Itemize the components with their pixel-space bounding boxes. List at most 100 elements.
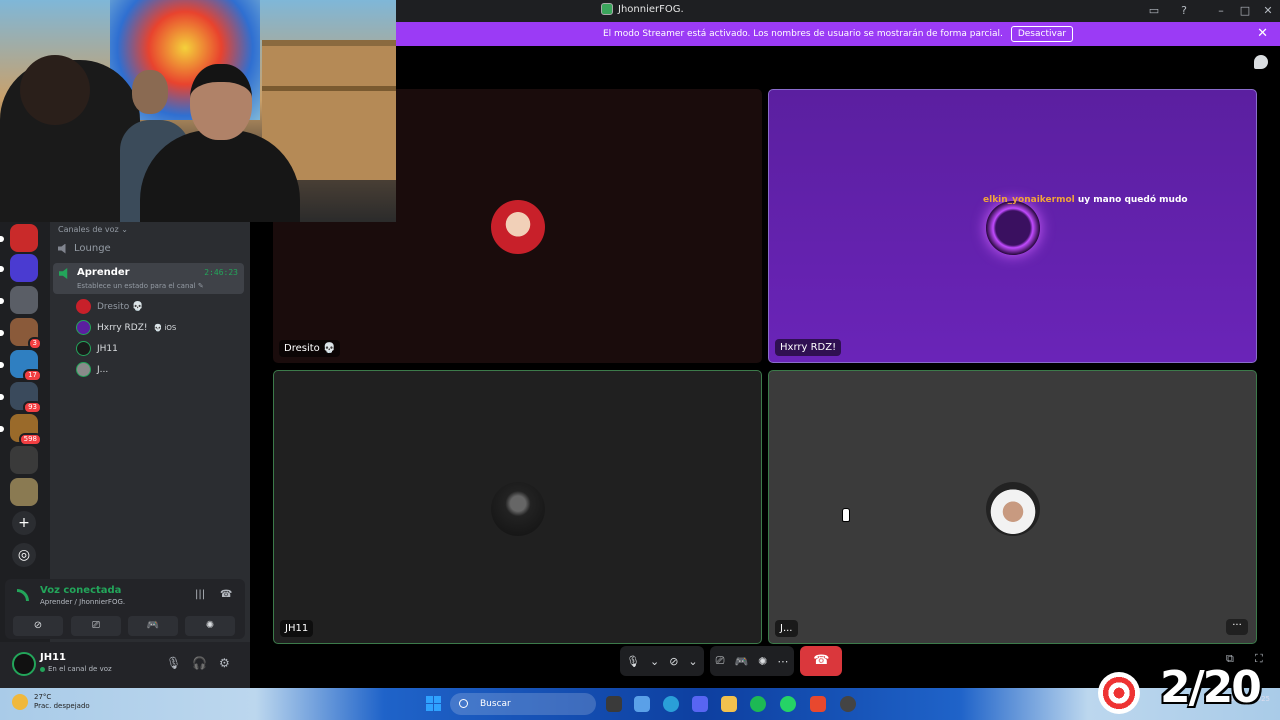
soundboard-button[interactable]: ✺ (185, 616, 235, 636)
screen-share-button[interactable]: ⎚ (71, 616, 121, 636)
close-window-button[interactable]: ✕ (1260, 3, 1276, 19)
server-icon[interactable]: 17 (10, 350, 42, 382)
webcam-person (20, 55, 90, 125)
file-explorer-icon[interactable] (721, 696, 737, 712)
more-icon[interactable]: ⋯ (777, 655, 788, 668)
minimize-button[interactable]: – (1213, 3, 1229, 19)
headphones-icon[interactable]: 🎧 (192, 656, 207, 670)
microphone-icon[interactable]: 🎙 (166, 656, 181, 670)
channel-name: Aprender (77, 267, 130, 278)
member-name: JH11 (97, 343, 118, 354)
tile-label: J... (775, 620, 798, 637)
avatar (76, 341, 91, 356)
unread-pip (0, 362, 4, 368)
username[interactable]: JH11 (40, 652, 66, 663)
brave-icon[interactable] (810, 696, 826, 712)
webcam-shelf-board (262, 86, 396, 91)
task-view-icon[interactable] (606, 696, 622, 712)
avatar (986, 201, 1040, 255)
server-icon[interactable] (10, 446, 38, 474)
video-tile-j[interactable]: J... ··· (768, 370, 1257, 644)
activity-button[interactable]: 🎮 (128, 616, 178, 636)
voice-member[interactable]: Hxrry RDZ! 💀 iOS (76, 320, 176, 335)
stream-counter-overlay: 2/20 (1098, 662, 1274, 720)
chat-icon[interactable] (1254, 55, 1268, 69)
windows-taskbar: 27°C Prac. despejado Buscar LAA 12/10/20… (0, 688, 1280, 720)
deactivate-button[interactable]: Desactivar (1010, 26, 1074, 42)
server-icon[interactable] (10, 254, 38, 282)
camera-button[interactable]: ⊘ (13, 616, 63, 636)
discover-icon[interactable]: ◎ (12, 543, 36, 567)
voice-category[interactable]: Canales de voz ⌄ (58, 225, 128, 234)
inbox-icon[interactable]: ▭ (1146, 3, 1162, 19)
video-tile-hxrry[interactable]: elkin_yonaikermol uy mano quedó mudo Hxr… (768, 89, 1257, 363)
more-options-button[interactable]: ··· (1226, 619, 1248, 635)
voice-member[interactable]: Dresito 💀 (76, 299, 143, 314)
disconnect-icon[interactable]: ☎ (220, 589, 232, 600)
gear-icon[interactable]: ⚙ (219, 656, 230, 670)
streamer-mode-banner: El modo Streamer está activado. Los nomb… (396, 22, 1280, 46)
microphone-icon[interactable]: 🎙 (626, 655, 640, 668)
unread-pip (0, 236, 4, 242)
signal-icon[interactable] (17, 589, 29, 601)
help-icon[interactable]: ? (1176, 3, 1192, 19)
webcam-person (190, 64, 252, 140)
chevron-down-icon[interactable]: ⌄ (650, 655, 659, 668)
server-badge: 17 (23, 369, 42, 382)
search-label: Buscar (480, 699, 511, 709)
soundboard-icon[interactable]: ✺ (758, 655, 767, 668)
server-badge: 3 (27, 337, 42, 350)
voice-member[interactable]: J... (76, 362, 108, 377)
chat-message: uy mano quedó mudo (1077, 195, 1188, 205)
chat-overlay: elkin_yonaikermol uy mano quedó mudo (983, 195, 1188, 205)
noise-suppression-icon[interactable]: ||| (195, 589, 205, 600)
gamepad-icon[interactable]: 🎮 (734, 655, 748, 668)
voice-status[interactable]: Voz conectada (40, 585, 121, 596)
platform-tag: 💀 iOS (153, 323, 177, 332)
maximize-button[interactable]: □ (1237, 3, 1253, 19)
copilot-icon[interactable] (634, 696, 650, 712)
chat-username: elkin_yonaikermol (983, 195, 1075, 205)
add-server-icon[interactable]: + (12, 511, 36, 535)
tile-label: Dresito 💀 (279, 340, 341, 357)
camera-off-icon[interactable]: ⊘ (669, 655, 678, 668)
unread-pip (0, 330, 4, 336)
chevron-down-icon[interactable]: ⌄ (688, 655, 697, 668)
speaker-icon (58, 243, 66, 254)
video-tile-jh11[interactable]: JH11 (273, 370, 762, 644)
server-icon[interactable] (10, 286, 38, 314)
server-icon[interactable]: 598 (10, 414, 42, 446)
avatar (491, 482, 545, 536)
server-icon[interactable] (10, 224, 38, 252)
obs-icon[interactable] (840, 696, 856, 712)
weather-widget[interactable]: 27°C Prac. despejado (12, 693, 90, 711)
channel-aprender[interactable]: Aprender 2:46:23 Establece un estado par… (53, 263, 244, 294)
avatar[interactable] (12, 652, 36, 676)
start-button[interactable] (426, 696, 441, 711)
server-icon[interactable]: 3 (10, 318, 42, 350)
counter-value: 2/20 (1160, 662, 1262, 713)
call-controls: 🎙 ⌄ ⊘ ⌄ ⎚ 🎮 ✺ ⋯ ☎ (620, 646, 843, 676)
taskbar-search[interactable]: Buscar (450, 693, 596, 715)
window-title: JhonnierFOG. (601, 3, 684, 15)
disconnect-button[interactable]: ☎ (800, 646, 843, 676)
channel-status[interactable]: Establece un estado para el canal ✎ (77, 282, 204, 290)
avatar (491, 200, 545, 254)
search-icon (459, 699, 468, 708)
banner-close-icon[interactable]: ✕ (1257, 26, 1268, 41)
discord-icon[interactable] (692, 696, 708, 712)
avatar (76, 299, 91, 314)
screen-share-icon[interactable]: ⎚ (716, 654, 725, 668)
edge-icon[interactable] (663, 696, 679, 712)
channel-lounge[interactable]: Lounge (58, 243, 111, 254)
voice-location[interactable]: Aprender / JhonnierFOG. (40, 598, 125, 606)
server-icon[interactable]: 93 (10, 382, 42, 414)
spotify-icon[interactable] (750, 696, 766, 712)
voice-member[interactable]: JH11 (76, 341, 118, 356)
call-stage: Dresito 💀 elkin_yonaikermol uy mano qued… (250, 46, 1280, 688)
unread-pip (0, 266, 4, 272)
unread-pip (0, 394, 4, 400)
whatsapp-icon[interactable] (780, 696, 796, 712)
mic-camera-group: 🎙 ⌄ ⊘ ⌄ (620, 646, 704, 676)
server-icon[interactable] (10, 478, 38, 506)
